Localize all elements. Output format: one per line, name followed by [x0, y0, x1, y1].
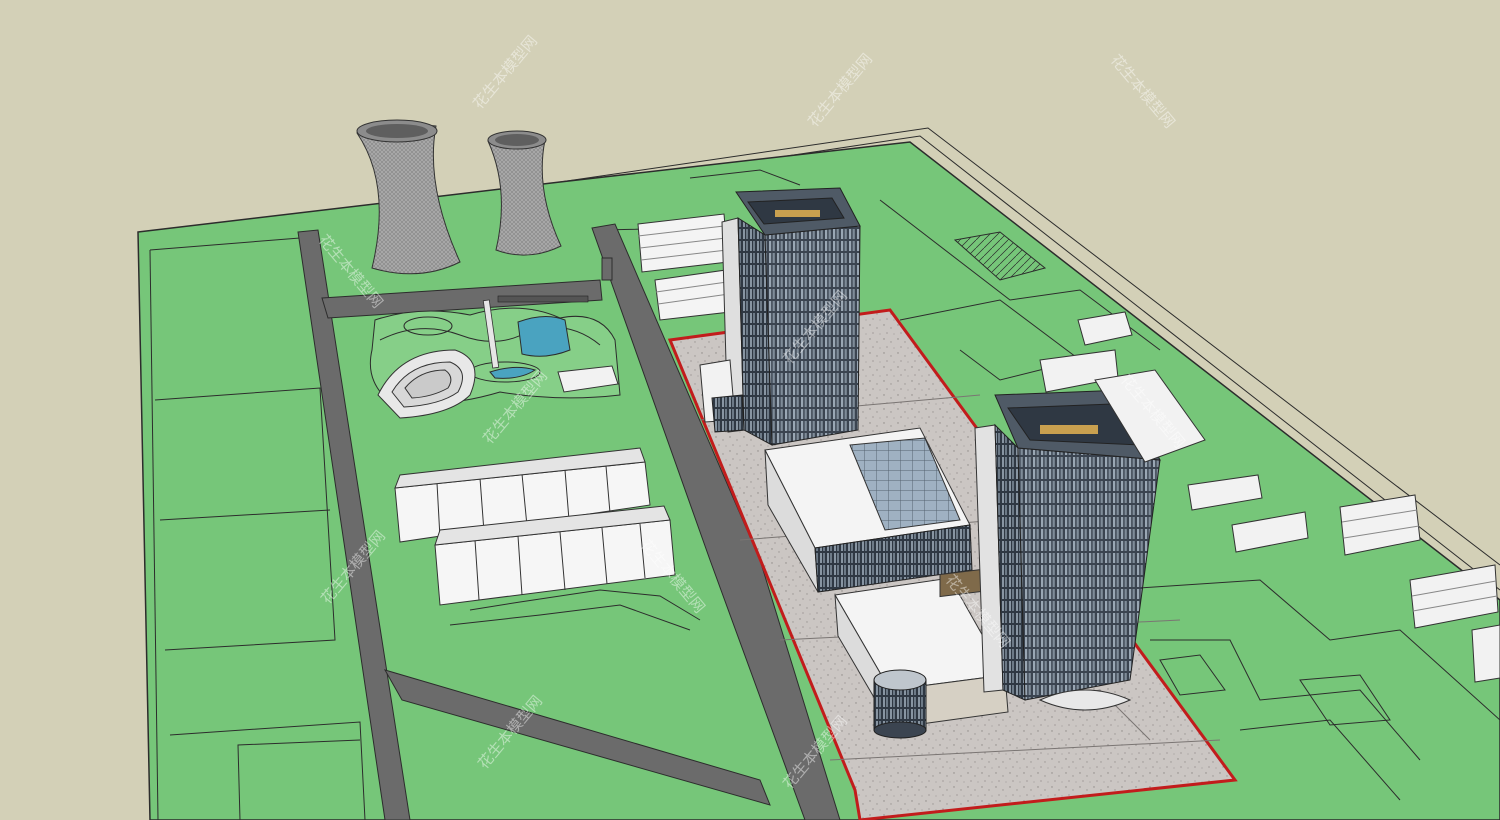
pond — [517, 316, 571, 357]
model-viewport[interactable]: 花生本模型网 花生本模型网 花生本模型网 花生本模型网 花生本模型网 花生本模型… — [0, 0, 1500, 820]
road-spur — [601, 257, 613, 281]
cylinder-pavilion — [873, 669, 927, 739]
scene-canvas: 花生本模型网 花生本模型网 花生本模型网 花生本模型网 花生本模型网 花生本模型… — [0, 0, 1500, 820]
